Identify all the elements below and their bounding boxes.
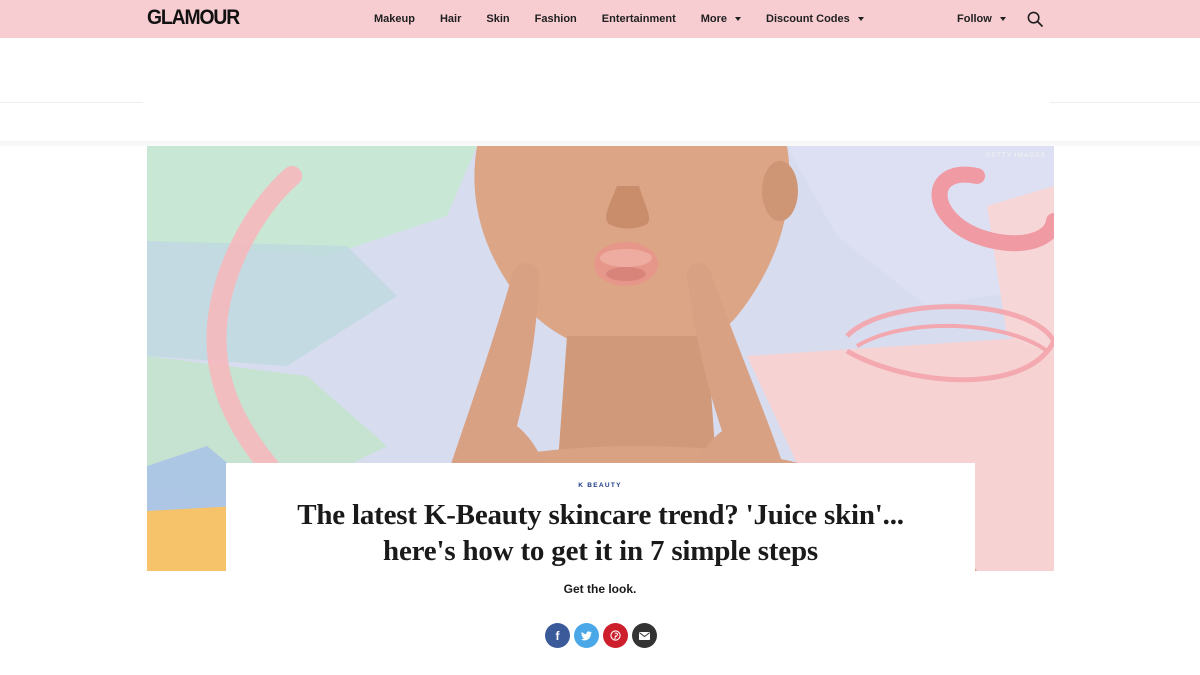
pinterest-share-button[interactable]: [603, 623, 628, 648]
nav-item-discount-codes[interactable]: Discount Codes: [766, 13, 864, 25]
nav-item-makeup[interactable]: Makeup: [374, 13, 415, 25]
facebook-share-button[interactable]: f: [545, 623, 570, 648]
nav-item-label: Skin: [486, 13, 510, 25]
chevron-down-icon: [857, 17, 864, 21]
nav-item-label: More: [700, 13, 728, 25]
headline-line-2: here's how to get it in 7 simple steps: [383, 535, 818, 567]
nav-item-fashion[interactable]: Fashion: [535, 13, 577, 25]
main-menu: Makeup Hair Skin Fashion Entertainment M…: [374, 0, 889, 38]
site-logo[interactable]: GLAMOUR: [147, 6, 240, 30]
facebook-icon: f: [555, 628, 560, 643]
ad-slot: [143, 38, 1050, 141]
chevron-down-icon: [735, 17, 742, 21]
nav-item-entertainment[interactable]: Entertainment: [602, 13, 676, 25]
headline-line-1: The latest K-Beauty skincare trend? 'Jui…: [297, 499, 904, 531]
twitter-share-button[interactable]: [574, 623, 599, 648]
chevron-down-icon: [999, 17, 1006, 21]
nav-item-skin[interactable]: Skin: [486, 13, 509, 25]
share-bar: f: [545, 623, 661, 648]
nav-item-label: Hair: [439, 13, 462, 25]
nav-item-label: Makeup: [374, 13, 415, 25]
email-share-button[interactable]: [632, 623, 657, 648]
nav-item-hair[interactable]: Hair: [440, 13, 461, 25]
article-headline: The latest K-Beauty skincare trend? 'Jui…: [226, 497, 975, 569]
email-icon: [639, 631, 650, 640]
follow-label: Follow: [957, 13, 992, 25]
nav-item-label: Entertainment: [601, 13, 676, 25]
follow-button[interactable]: Follow: [957, 0, 1006, 38]
nav-item-more[interactable]: More: [700, 13, 742, 25]
pinterest-icon: [610, 630, 621, 641]
twitter-icon: [581, 630, 592, 640]
nav-item-label: Fashion: [534, 13, 577, 25]
photo-credit: GETTY IMAGES: [985, 152, 1046, 159]
article-dek: Get the look.: [563, 582, 637, 596]
search-icon[interactable]: [1027, 11, 1043, 27]
nav-item-label: Discount Codes: [766, 13, 850, 25]
category-kicker[interactable]: K BEAUTY: [0, 482, 1200, 489]
top-nav: GLAMOUR Makeup Hair Skin Fashion Enterta…: [0, 0, 1200, 38]
